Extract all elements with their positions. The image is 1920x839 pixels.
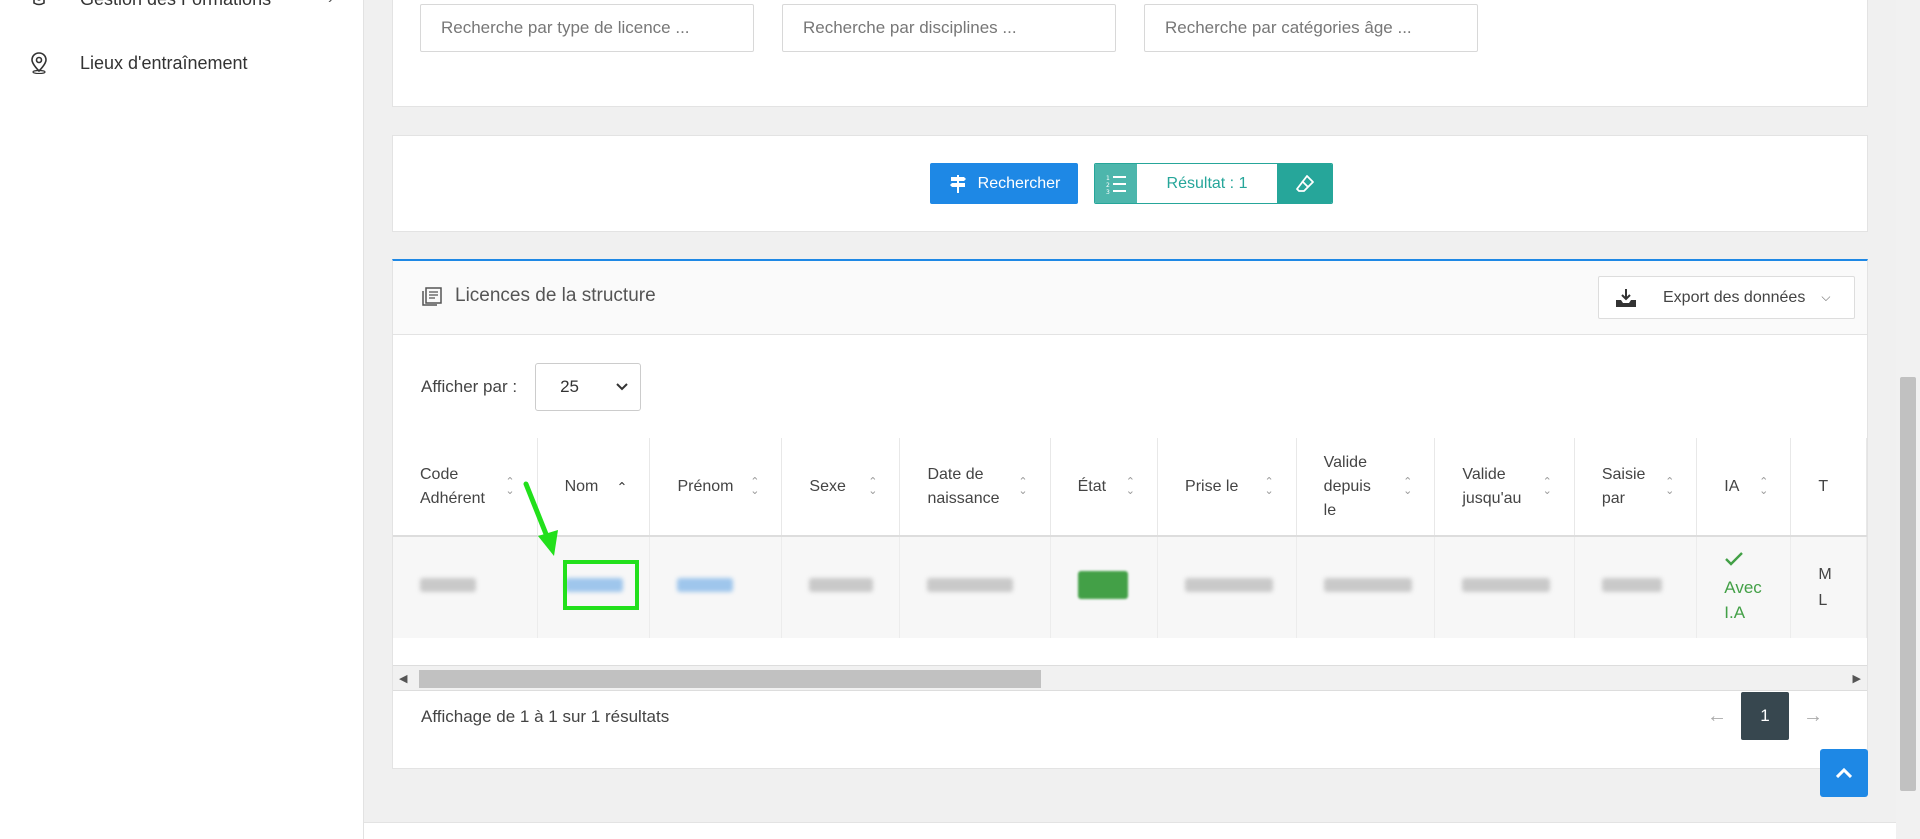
sort-icon: ⌃ ⌄ [1264, 475, 1274, 497]
cell-prise-le [1157, 536, 1297, 638]
cell-saisie-par [1574, 536, 1698, 638]
pagination-info: Affichage de 1 à 1 sur 1 résultats [421, 707, 670, 726]
ia-status: Avec I.A [1724, 577, 1762, 623]
licences-panel: Licences de la structure Export des donn… [392, 259, 1868, 769]
licence-type-search-input[interactable]: Recherche par type de licence ... [420, 4, 754, 52]
cell-next: M L [1790, 536, 1867, 638]
result-count: Résultat : 1 [1137, 164, 1277, 203]
cell-sexe [781, 536, 901, 638]
sort-icon: ⌃ ⌄ [1403, 475, 1413, 497]
result-group: 123 Résultat : 1 [1094, 163, 1333, 204]
age-category-search-input[interactable]: Recherche par catégories âge ... [1144, 4, 1478, 52]
th-valide-depuis[interactable]: Valide depuis le ⌃ ⌄ [1296, 438, 1436, 537]
sort-icon: ⌃ ⌄ [1018, 475, 1028, 497]
svg-text:1: 1 [1106, 175, 1110, 182]
sort-icon: ⌃ ⌄ [505, 475, 515, 497]
search-panel: Recherche par type de licence ... Recher… [392, 0, 1868, 107]
th-valide-jusqu[interactable]: Valide jusqu'au ⌃ ⌄ [1434, 438, 1575, 537]
cell-etat [1050, 536, 1159, 638]
annotation-highlight-box [563, 560, 639, 610]
cell-date-naissance [899, 536, 1051, 638]
svg-text:3: 3 [1106, 189, 1110, 195]
page-scrollbar[interactable] [1896, 0, 1920, 839]
download-tray-icon [1615, 288, 1637, 308]
sidebar-item-label: Lieux d'entraînement [80, 52, 248, 73]
chevron-right-icon: › [328, 0, 333, 8]
per-page-control: Afficher par : 25 [421, 363, 642, 411]
panel-title: Licences de la structure [421, 285, 656, 307]
horizontal-scroll-thumb[interactable] [419, 670, 1041, 688]
cell-valide-jusqu [1434, 536, 1575, 638]
page-scroll-thumb[interactable] [1900, 377, 1916, 791]
signpost-icon [949, 174, 966, 193]
scroll-right-icon[interactable]: ▶ [1853, 672, 1861, 685]
svg-text:2: 2 [1106, 182, 1110, 189]
documents-icon [422, 287, 442, 306]
cell-prenom[interactable] [649, 536, 783, 638]
th-code-adherent[interactable]: Code Adhérent ⌃ ⌄ [393, 438, 538, 537]
sidebar-item-lieux[interactable]: Lieux d'entraînement [28, 52, 248, 74]
sidebar: Gestion des Formations › Lieux d'entraîn… [0, 0, 364, 839]
prev-page-icon[interactable]: ← [1693, 705, 1741, 728]
next-page-icon[interactable]: → [1789, 705, 1837, 728]
chevron-down-icon: ⌵ [1821, 290, 1831, 304]
licences-panel-header: Licences de la structure Export des donn… [393, 261, 1867, 335]
export-data-button[interactable]: Export des données ⌵ [1598, 276, 1855, 319]
map-pin-icon [28, 52, 50, 74]
cell-valide-depuis [1296, 536, 1436, 638]
th-prise-le[interactable]: Prise le ⌃ ⌄ [1157, 438, 1297, 537]
sort-icon: ⌃ ⌄ [1759, 475, 1769, 497]
check-icon [1725, 552, 1744, 566]
horizontal-scrollbar[interactable]: ◀ ▶ [393, 665, 1867, 691]
per-page-select[interactable]: 25 [535, 363, 642, 411]
pagination: ← 1 → [1693, 692, 1837, 740]
sort-icon: ⌃ ⌄ [1125, 475, 1136, 497]
licences-table-wrap: Code Adhérent ⌃ ⌄ Nom ⌃ Prénom ⌃ ⌄ Sexe ⌃ ⌄ Dat… [393, 438, 1867, 665]
per-page-label: Afficher par : [421, 377, 518, 396]
scroll-to-top-button[interactable] [1820, 749, 1868, 797]
sort-icon: ⌃ ⌄ [750, 475, 760, 497]
th-etat[interactable]: État ⌃ ⌄ [1050, 438, 1159, 537]
action-panel: Rechercher 123 Résultat : 1 [392, 135, 1868, 232]
cell-code-adherent [393, 536, 538, 638]
sidebar-item-formations[interactable]: Gestion des Formations › [28, 0, 333, 10]
scroll-left-icon[interactable]: ◀ [399, 672, 407, 685]
chevron-up-icon [1836, 768, 1852, 778]
sidebar-item-label: Gestion des Formations [80, 0, 271, 10]
th-prenom[interactable]: Prénom ⌃ ⌄ [649, 438, 783, 537]
annotation-arrow-icon [523, 481, 558, 556]
chevron-down-icon [616, 383, 628, 391]
th-sexe[interactable]: Sexe ⌃ ⌄ [781, 438, 901, 537]
discipline-search-input[interactable]: Recherche par disciplines ... [782, 4, 1116, 52]
th-date-naissance[interactable]: Date de naissance ⌃ ⌄ [899, 438, 1051, 537]
graduation-cap-icon [28, 0, 50, 10]
eraser-icon[interactable] [1277, 164, 1332, 203]
status-badge [1077, 571, 1128, 599]
th-next[interactable]: T [1790, 438, 1867, 537]
th-saisie-par[interactable]: Saisie par ⌃ ⌄ [1574, 438, 1698, 537]
th-ia[interactable]: IA ⌃ ⌄ [1696, 438, 1792, 537]
footer-strip [364, 822, 1896, 839]
sort-icon: ⌃ ⌄ [868, 475, 878, 497]
search-button-label: Rechercher [977, 174, 1061, 192]
cell-ia: Avec I.A [1696, 536, 1792, 638]
sort-asc-icon: ⌃ [616, 479, 628, 494]
page-number-button[interactable]: 1 [1741, 692, 1789, 740]
sort-icon: ⌃ ⌄ [1665, 475, 1675, 497]
numbered-list-icon[interactable]: 123 [1095, 164, 1137, 203]
sort-icon: ⌃ ⌄ [1542, 475, 1552, 497]
search-button[interactable]: Rechercher [930, 163, 1078, 204]
